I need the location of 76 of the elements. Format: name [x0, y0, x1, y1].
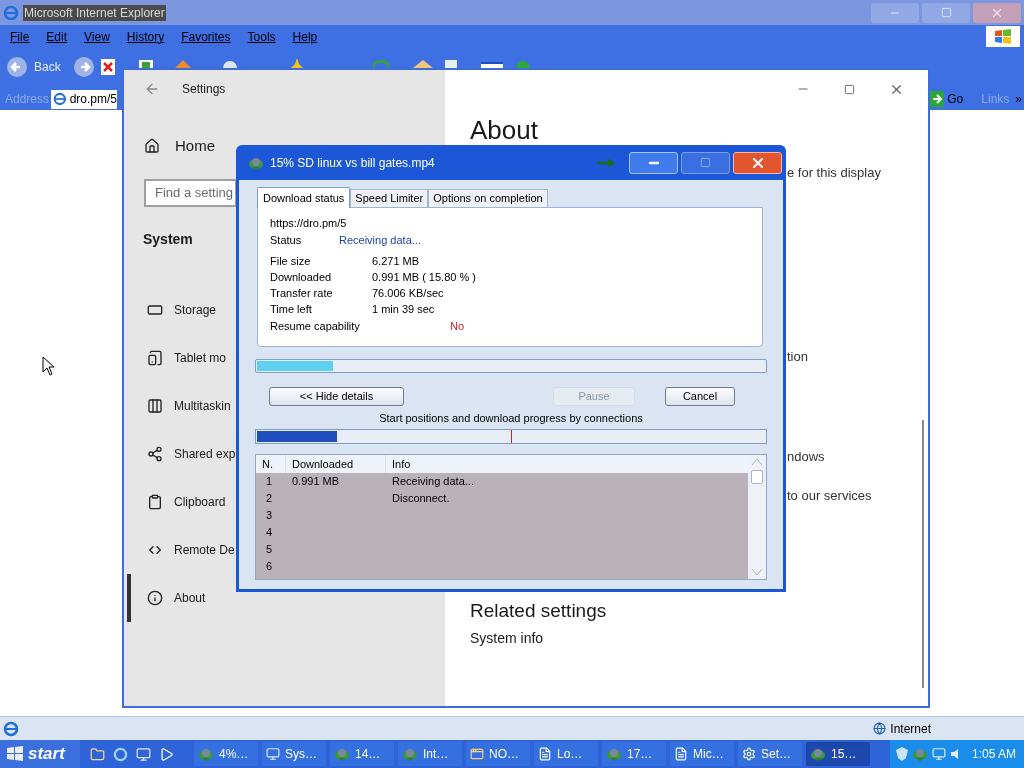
detail-value: No — [450, 318, 465, 334]
detail-label: File size — [270, 253, 312, 269]
tab[interactable]: Speed Limiter — [350, 189, 429, 207]
settings-nav-item[interactable]: Storage — [127, 286, 217, 334]
taskbar-button[interactable]: Set… — [738, 742, 802, 766]
more-chevron[interactable]: » — [1015, 90, 1022, 108]
search-field[interactable]: Find a setting — [144, 179, 237, 207]
page-heading: About — [470, 114, 539, 146]
taskbar-button[interactable]: NO… — [466, 742, 530, 766]
table-cell-text: 3 — [265, 508, 274, 524]
window-title: Microsoft Internet Explorer — [23, 4, 166, 21]
table-cell: Receiving data... — [392, 475, 474, 488]
taskbar-button[interactable]: 15… — [806, 742, 870, 766]
detail-value: 1 min 39 sec — [372, 301, 435, 317]
table-cell-text: 2 — [265, 491, 274, 507]
detail-value: 6.271 MB — [372, 253, 420, 269]
settings-nav-item[interactable]: Remote De — [127, 526, 235, 574]
table-cell-text: 1 — [265, 474, 274, 490]
url-text: https://dro.pm/5 — [270, 216, 348, 231]
detail-value: 0.991 MB ( 15.80 % ) — [372, 269, 476, 285]
settings-title: Settings — [182, 81, 226, 98]
settings-nav-item[interactable]: Shared exp — [127, 430, 236, 478]
taskbar-button[interactable]: 17… — [602, 742, 666, 766]
connections-label: Start positions and download progress by connections — [378, 411, 644, 426]
table-cell-text: 5 — [265, 542, 274, 558]
detail-label: Time left — [270, 301, 313, 317]
settings-text: to our services — [787, 487, 873, 505]
table-cell-text: 4 — [265, 525, 274, 541]
table-cell-text: 6 — [265, 559, 274, 575]
settings-nav-item[interactable]: Tablet mo — [127, 334, 227, 382]
back-button[interactable]: Back — [6, 56, 61, 78]
taskbar-button[interactable]: 14… — [330, 742, 394, 766]
tab[interactable]: Options on completion — [428, 189, 548, 207]
zone-label: Internet — [890, 720, 931, 738]
settings-text: e for this display — [787, 164, 882, 182]
tab[interactable]: Download status — [257, 187, 351, 208]
table-cell: 0.991 MB — [292, 475, 340, 488]
home-nav-item[interactable]: Home — [124, 126, 215, 166]
menu-item[interactable]: File — [10, 27, 30, 46]
start-button[interactable]: start — [0, 740, 80, 768]
menu-item[interactable]: Edit — [46, 27, 68, 46]
menu-item[interactable]: Tools — [247, 27, 276, 46]
clock: 1:05 AM — [971, 746, 1016, 763]
taskbar-button[interactable]: Int… — [398, 742, 462, 766]
dialog-button[interactable]: Cancel — [665, 386, 735, 406]
taskbar-button[interactable]: Lo… — [534, 742, 598, 766]
menu-item[interactable]: History — [126, 27, 165, 46]
settings-text: ndows — [787, 448, 826, 466]
menu-item[interactable]: View — [84, 27, 110, 46]
settings-text: tion — [787, 348, 809, 366]
section-heading: Related settings — [470, 599, 608, 623]
table-cell: Disconnect. — [392, 492, 450, 505]
address-field[interactable]: dro.pm/5 — [51, 89, 118, 109]
menu-item[interactable]: Favorites — [181, 27, 231, 46]
taskbar-button[interactable]: Mic… — [670, 742, 734, 766]
taskbar-button[interactable]: Sys… — [262, 742, 326, 766]
column-header[interactable]: Downloaded — [286, 455, 386, 473]
menu-item[interactable]: Help — [292, 27, 318, 46]
settings-nav-item[interactable]: About — [127, 574, 206, 622]
taskbar-button[interactable]: 4%… — [194, 742, 258, 766]
column-header[interactable]: N. — [256, 455, 286, 473]
detail-value: 76.006 KB/sec — [372, 285, 444, 301]
dialog-button[interactable]: << Hide details — [269, 386, 404, 406]
address-label: Address — [5, 91, 50, 108]
dialog-title: 15% SD linux vs bill gates.mp4 — [270, 154, 435, 172]
settings-link[interactable]: System info — [470, 628, 918, 648]
status-value: Receiving data... — [339, 233, 421, 249]
settings-nav-item[interactable]: Multitaskin — [127, 382, 231, 430]
status-label: Status — [270, 233, 303, 249]
column-header[interactable]: Info — [386, 455, 748, 473]
settings-nav-item[interactable]: Clipboard — [127, 478, 226, 526]
detail-label: Resume capability — [270, 318, 361, 334]
section-heading: System — [143, 229, 193, 249]
detail-label: Downloaded — [270, 269, 333, 285]
detail-label: Transfer rate — [270, 285, 334, 301]
go-button[interactable]: Go — [930, 90, 964, 108]
